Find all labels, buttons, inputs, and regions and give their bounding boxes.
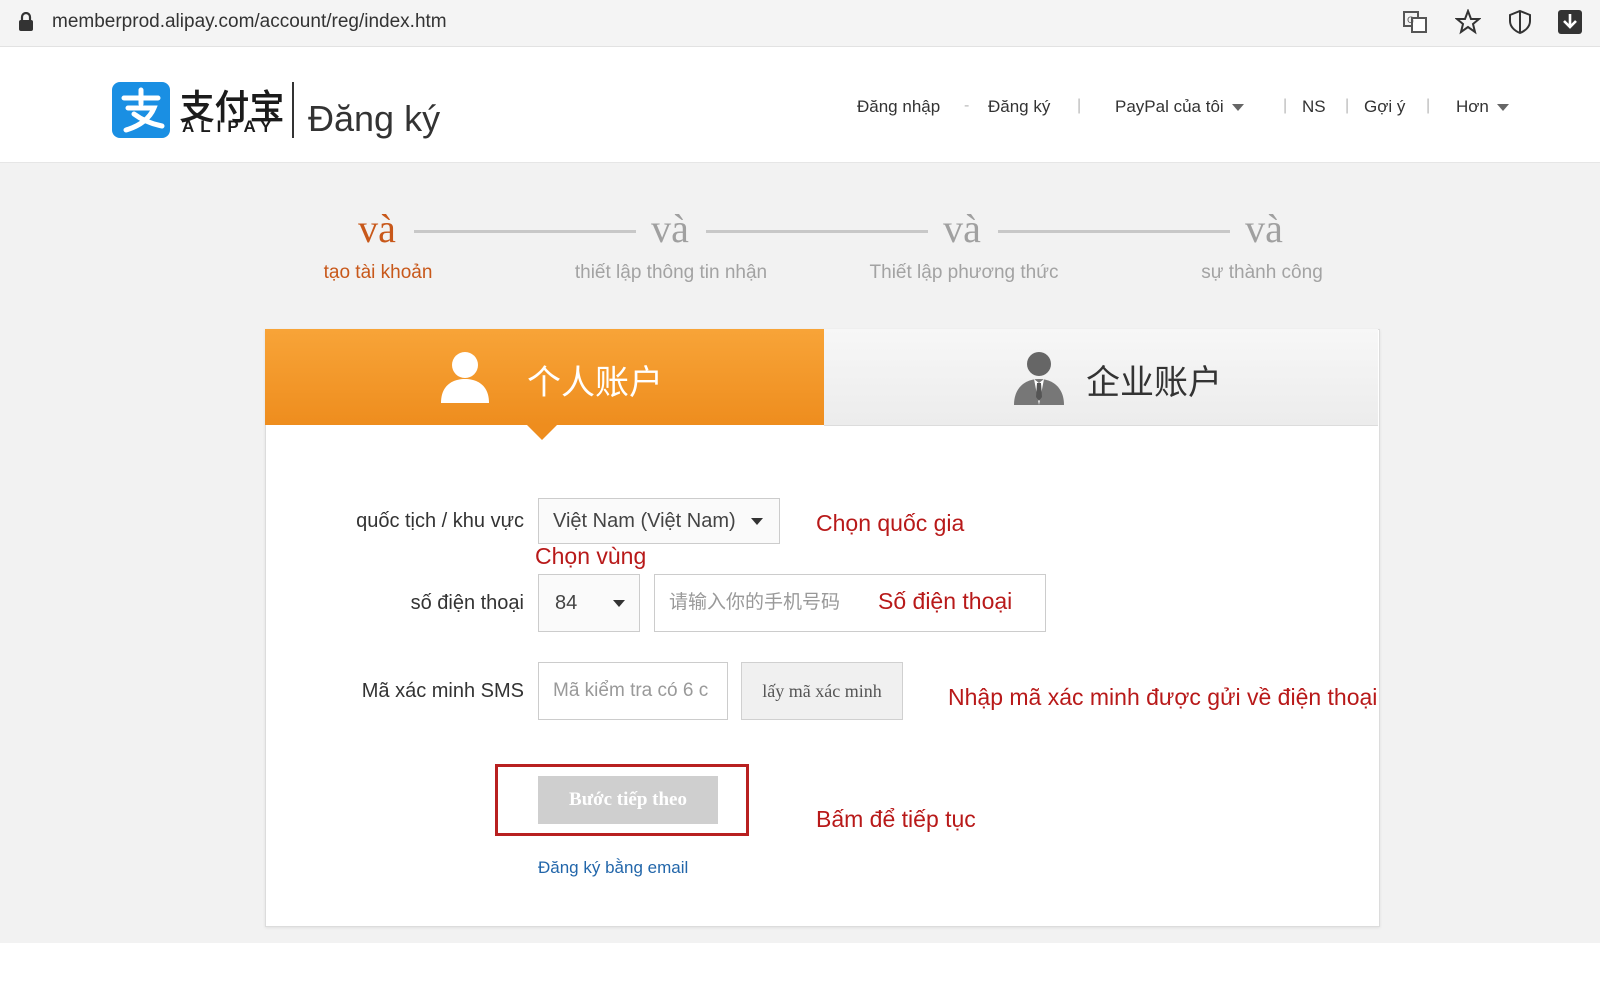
- step-3-label: Thiết lập phương thức: [869, 262, 1059, 283]
- address-url[interactable]: memberprod.alipay.com/account/reg/index.…: [52, 11, 447, 33]
- tab-business-label: 企业账户: [1086, 364, 1222, 402]
- nav-more-menu[interactable]: Hơn: [1456, 97, 1509, 117]
- translate-icon[interactable]: G: [1402, 9, 1428, 35]
- sms-code-placeholder: Mã kiểm tra có 6 c: [553, 680, 709, 701]
- next-step-button[interactable]: Bước tiếp theo: [538, 776, 718, 824]
- step-connector: [706, 230, 928, 233]
- sms-code-label: Mã xác minh SMS: [361, 680, 524, 702]
- nav-separator: |: [1077, 97, 1082, 114]
- step-3-symbol: và: [943, 206, 981, 251]
- chevron-down-icon: [751, 518, 763, 525]
- step-2-symbol: và: [651, 206, 689, 251]
- get-verification-code-button[interactable]: lấy mã xác minh: [741, 662, 903, 720]
- star-icon[interactable]: [1455, 9, 1481, 35]
- area-code-value: 84: [555, 592, 578, 614]
- step-1-symbol: và: [358, 206, 396, 251]
- nav-my-paypal-label: PayPal của tôi: [1115, 97, 1224, 116]
- sms-code-input[interactable]: Mã kiểm tra có 6 c: [538, 662, 728, 720]
- nav-suggest-link[interactable]: Gợi ý: [1364, 97, 1405, 117]
- nav-separator: -: [964, 97, 970, 114]
- step-4-symbol: và: [1245, 206, 1283, 251]
- active-tab-pointer: [526, 424, 558, 440]
- logo-divider: [292, 82, 294, 138]
- chevron-down-icon: [1496, 104, 1509, 112]
- alipay-logo-english: ALIPAY: [182, 117, 278, 136]
- nav-ns-link[interactable]: NS: [1302, 97, 1326, 117]
- phone-label: số điện thoại: [410, 592, 524, 614]
- step-1-label: tạo tài khoản: [323, 262, 433, 283]
- lock-icon: [19, 12, 33, 31]
- tab-personal-account[interactable]: 个人账户: [265, 329, 824, 425]
- step-4-label: sự thành công: [1201, 262, 1323, 283]
- nav-separator: |: [1426, 97, 1431, 114]
- register-by-email-link[interactable]: Đăng ký bằng email: [538, 858, 688, 878]
- nationality-label: quốc tịch / khu vực: [356, 510, 524, 532]
- nav-register-link[interactable]: Đăng ký: [988, 97, 1050, 117]
- nationality-select[interactable]: Việt Nam (Việt Nam): [538, 498, 780, 544]
- annotation-choose-region: Chọn vùng: [535, 543, 647, 569]
- nav-separator: |: [1345, 97, 1350, 114]
- user-icon: [441, 352, 489, 403]
- area-code-select[interactable]: 84: [538, 574, 640, 632]
- tab-business-account[interactable]: 企业账户: [824, 329, 1378, 426]
- nav-more-label: Hơn: [1456, 97, 1489, 116]
- business-user-icon: [1014, 352, 1064, 405]
- shield-icon[interactable]: [1507, 9, 1533, 35]
- annotation-choose-country: Chọn quốc gia: [816, 510, 965, 536]
- nav-login-link[interactable]: Đăng nhập: [857, 97, 940, 117]
- phone-number-placeholder: 请输入你的手机号码: [669, 592, 841, 613]
- nationality-value: Việt Nam (Việt Nam): [553, 510, 736, 532]
- page-title: Đăng ký: [308, 98, 441, 139]
- chevron-down-icon: [1231, 104, 1244, 112]
- annotation-click-continue: Bấm để tiếp tục: [816, 806, 976, 832]
- nav-separator: |: [1283, 97, 1288, 114]
- step-connector: [998, 230, 1230, 233]
- browser-address-bar: memberprod.alipay.com/account/reg/index.…: [0, 0, 1600, 47]
- svg-text:G: G: [1407, 16, 1414, 26]
- alipay-logo-icon[interactable]: [112, 82, 170, 138]
- chevron-down-icon: [613, 600, 625, 607]
- step-2-label: thiết lập thông tin nhận: [574, 262, 768, 283]
- nav-my-paypal-menu[interactable]: PayPal của tôi: [1115, 97, 1244, 117]
- tab-personal-label: 个人账户: [527, 364, 663, 402]
- annotation-phone-number: Số điện thoại: [878, 588, 1013, 614]
- annotation-enter-code: Nhập mã xác minh được gửi về điện thoại: [948, 684, 1378, 710]
- download-icon[interactable]: [1557, 9, 1583, 35]
- step-connector: [414, 230, 636, 233]
